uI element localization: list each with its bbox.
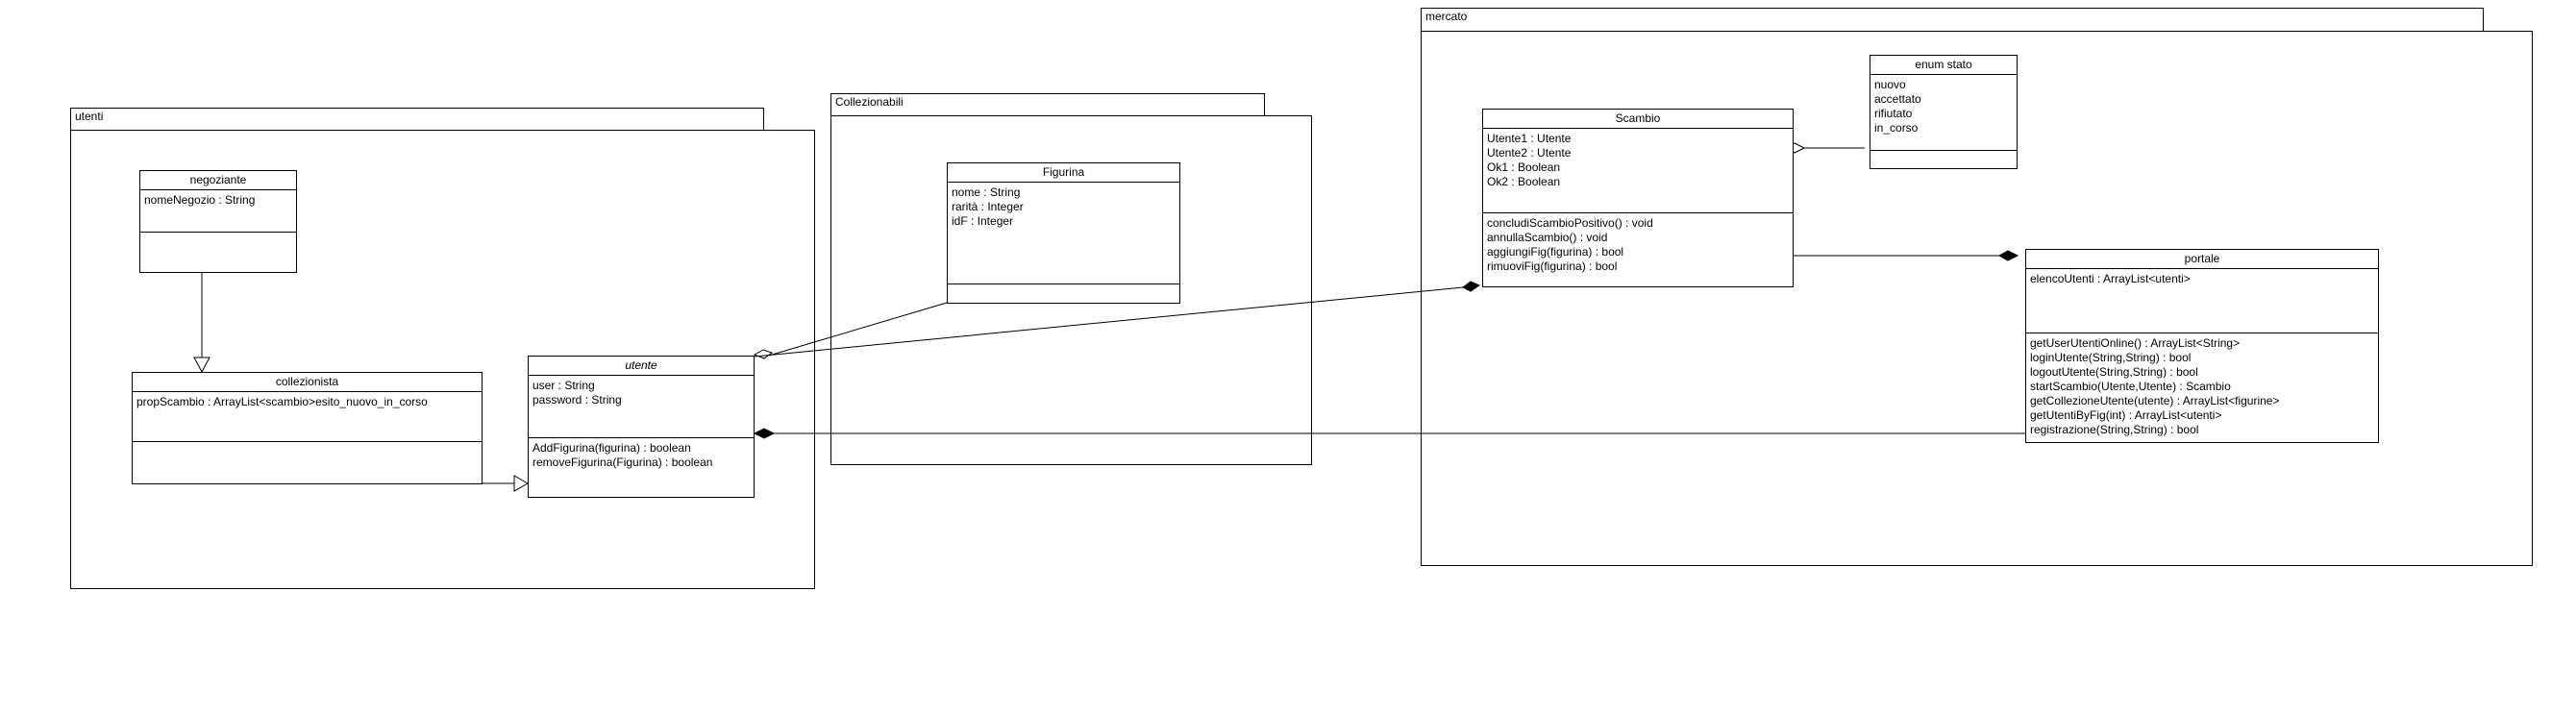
class-attributes: Utente1 : Utente Utente2 : Utente Ok1 : …: [1483, 129, 1793, 213]
class-name: utente: [529, 357, 754, 376]
class-figurina[interactable]: Figurina nome : String rarità : Integer …: [947, 162, 1180, 304]
composition-diamond: [1997, 250, 2019, 261]
operation: rimuoviFig(figurina) : bool: [1487, 259, 1618, 273]
class-operations: [133, 442, 482, 448]
operation: getCollezioneUtente(utente) : ArrayList<…: [2030, 394, 2280, 407]
class-attributes: nome : String rarità : Integer idF : Int…: [948, 183, 1179, 284]
class-name: portale: [2026, 250, 2378, 269]
class-name: Figurina: [948, 163, 1179, 183]
class-operations: [948, 284, 1179, 290]
enum-value: nuovo: [1874, 78, 1906, 91]
operation: logoutUtente(String,String) : bool: [2030, 365, 2198, 379]
operation: removeFigurina(Figurina) : boolean: [533, 456, 713, 469]
class-name: Scambio: [1483, 110, 1793, 129]
attribute: rarità : Integer: [952, 200, 1024, 213]
class-attributes: user : String password : String: [529, 376, 754, 438]
aggregation-diamond: [753, 349, 774, 359]
class-collezionista[interactable]: collezionista propScambio : ArrayList<sc…: [132, 372, 483, 484]
operation: registrazione(String,String) : bool: [2030, 423, 2199, 436]
class-operations: getUserUtentiOnline() : ArrayList<String…: [2026, 333, 2378, 440]
operation: loginUtente(String,String) : bool: [2030, 351, 2192, 364]
enum-value: in_corso: [1874, 121, 1919, 135]
operation: concludiScambioPositivo() : void: [1487, 216, 1653, 230]
class-operations: AddFigurina(figurina) : boolean removeFi…: [529, 438, 754, 473]
class-portale[interactable]: portale elencoUtenti : ArrayList<utenti>…: [2025, 249, 2379, 443]
enum-values: nuovo accettato rifiutato in_corso: [1870, 75, 2017, 151]
class-name: negoziante: [140, 171, 296, 190]
operation: getUtentiByFig(int) : ArrayList<utenti>: [2030, 408, 2222, 422]
class-name: enum stato: [1870, 56, 2017, 75]
class-operations: [140, 233, 296, 238]
attribute: Utente1 : Utente: [1487, 132, 1572, 145]
class-enum-stato[interactable]: enum stato nuovo accettato rifiutato in_…: [1870, 55, 2018, 169]
attribute: password : String: [533, 393, 622, 407]
class-attributes: propScambio : ArrayList<scambio>esito_nu…: [133, 392, 482, 442]
generalization-arrowhead: [513, 475, 530, 492]
attribute: nome : String: [952, 185, 1021, 199]
composition-diamond: [1462, 281, 1481, 292]
enum-value: accettato: [1874, 92, 1921, 106]
class-name: collezionista: [133, 373, 482, 392]
attribute: nomeNegozio : String: [144, 193, 256, 207]
operation: startScambio(Utente,Utente) : Scambio: [2030, 380, 2231, 393]
class-operations: concludiScambioPositivo() : void annulla…: [1483, 213, 1793, 277]
attribute: user : String: [533, 379, 595, 392]
class-scambio[interactable]: Scambio Utente1 : Utente Utente2 : Utent…: [1482, 109, 1794, 287]
class-negoziante[interactable]: negoziante nomeNegozio : String: [139, 170, 297, 273]
composition-diamond: [753, 428, 776, 439]
operation: AddFigurina(figurina) : boolean: [533, 441, 691, 455]
class-utente[interactable]: utente user : String password : String A…: [528, 356, 755, 498]
generalization-arrowhead: [193, 357, 211, 374]
attribute: Ok1 : Boolean: [1487, 160, 1561, 174]
attribute: Utente2 : Utente: [1487, 146, 1572, 160]
attribute: propScambio : ArrayList<scambio>esito_nu…: [136, 395, 428, 408]
attribute: Ok2 : Boolean: [1487, 175, 1561, 188]
aggregation-figurina-utente: [768, 302, 948, 357]
operation: annullaScambio() : void: [1487, 231, 1608, 244]
attribute: idF : Integer: [952, 214, 1014, 228]
operation: aggiungiFig(figurina) : bool: [1487, 245, 1624, 259]
class-attributes: nomeNegozio : String: [140, 190, 296, 233]
operation: getUserUtentiOnline() : ArrayList<String…: [2030, 336, 2241, 350]
class-attributes: elencoUtenti : ArrayList<utenti>: [2026, 269, 2378, 333]
attribute: elencoUtenti : ArrayList<utenti>: [2030, 272, 2191, 285]
class-operations: [1870, 151, 2017, 157]
enum-value: rifiutato: [1874, 107, 1913, 120]
